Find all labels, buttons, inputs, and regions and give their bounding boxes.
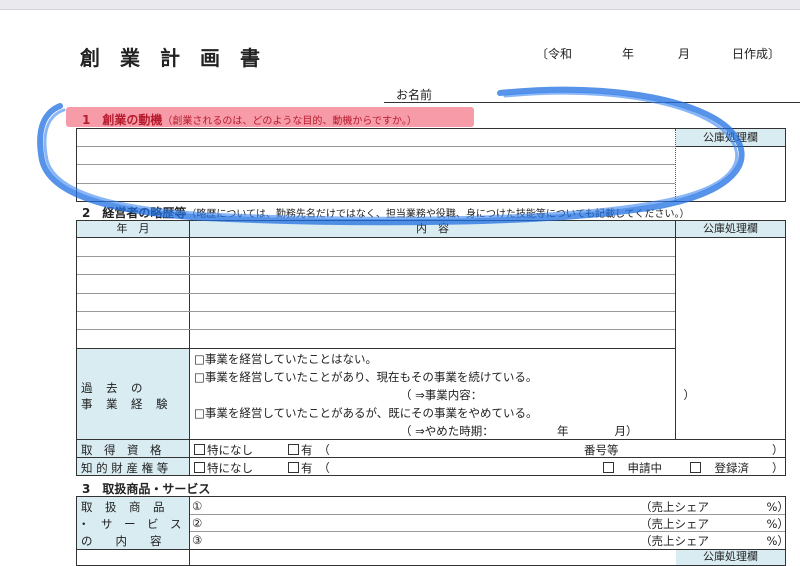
past-option-closed[interactable]: □事業を経営していたことがあるが、既にその事業をやめている。 — [194, 405, 538, 421]
ip-label: 知 的 財 産 権 等 — [81, 461, 169, 475]
section2-office-divider — [675, 221, 676, 439]
item-3-number: ③ — [192, 533, 203, 547]
ip-registered-checkbox[interactable] — [690, 462, 701, 473]
item-1-number: ① — [192, 499, 203, 513]
ip-none-checkbox[interactable] — [194, 462, 205, 473]
name-line — [384, 102, 800, 103]
section1-rule — [77, 146, 675, 147]
section2-col-date: 年 月 — [77, 221, 189, 238]
section2-rule — [77, 329, 675, 330]
section1-rule — [77, 164, 675, 165]
past-business-content[interactable]: （ ⇒事業内容： ） — [400, 387, 695, 403]
ip-registered-option[interactable]: 登録済 — [690, 460, 749, 476]
past-label-2: 事 業 経 験 — [81, 397, 169, 411]
section2-rule — [77, 274, 675, 275]
past-closed-date[interactable]: （ ⇒やめた時期： 年 月） — [400, 423, 638, 439]
section1-heading: 1 創業の動機（創業されるのは、どのような目的、動機からですか。） — [82, 113, 417, 127]
date-close: 日作成〕 — [732, 47, 781, 61]
ip-yes-checkbox[interactable] — [288, 462, 299, 473]
qual-none-option[interactable]: 特になし — [194, 442, 253, 458]
section3-office-header: 公庫処理欄 — [676, 550, 785, 565]
ip-pending-checkbox[interactable] — [603, 462, 614, 473]
date-year: 年 — [622, 47, 635, 61]
section2-heading: 2 経営者の略歴等（略歴については、勤務先名だけではなく、担当業務や役職、身につ… — [82, 206, 690, 220]
section3-label-3: の 内 容 — [81, 534, 162, 548]
past-label-1: 過 去 の — [81, 381, 144, 395]
ip-close: ） — [772, 461, 784, 475]
past-option-none[interactable]: □事業を経営していたことはない。 — [194, 351, 377, 367]
item-2-share[interactable]: （売上シェア %） — [640, 516, 789, 532]
section2-rule — [77, 256, 675, 257]
ip-yes-option[interactable]: 有 （ — [288, 460, 330, 476]
item-1-share[interactable]: （売上シェア %） — [640, 499, 789, 515]
section1-office-header: 公庫処理欄 — [676, 129, 785, 147]
ip-pending-option[interactable]: 申請中 — [603, 460, 662, 476]
qual-number-label: 番号等 — [584, 443, 619, 457]
section3-heading: 3 取扱商品・サービス — [82, 482, 211, 496]
section2-rule — [77, 311, 675, 312]
section3-label-1: 取 扱 商 品 — [81, 500, 165, 514]
date-month: 月 — [678, 47, 691, 61]
item-3-share[interactable]: （売上シェア %） — [640, 533, 789, 549]
section1-rule — [77, 183, 675, 184]
page-title: 創業計画書 — [80, 46, 280, 70]
item-2-number: ② — [192, 516, 203, 530]
qual-label: 取 得 資 格 — [81, 443, 162, 457]
past-option-continuing[interactable]: □事業を経営していたことがあり、現在もその事業を続けている。 — [194, 369, 537, 385]
section2-rule — [77, 293, 675, 294]
top-bar — [0, 0, 800, 10]
section3-label-2: ・ サ ー ビ ス — [78, 517, 182, 531]
qual-close: ） — [772, 443, 784, 457]
section2-col-content: 内 容 — [190, 221, 675, 238]
qual-yes-option[interactable]: 有 （ — [288, 442, 330, 458]
qual-yes-checkbox[interactable] — [288, 444, 299, 455]
name-label: お名前 — [396, 88, 433, 102]
section1-office-divider — [675, 129, 676, 201]
ip-none-option[interactable]: 特になし — [194, 460, 253, 476]
qual-none-checkbox[interactable] — [194, 444, 205, 455]
date-open: 〔令和 — [536, 47, 573, 61]
section2-office-header: 公庫処理欄 — [676, 221, 785, 238]
